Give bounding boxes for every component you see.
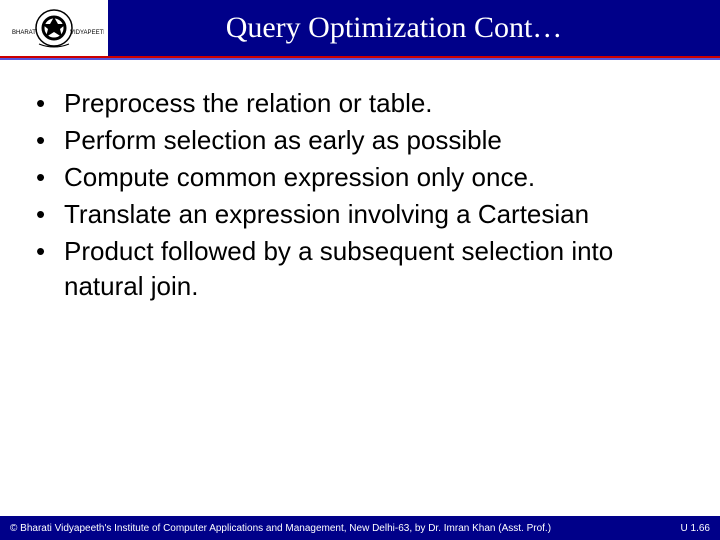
bullet-text: Translate an expression involving a Cart… [64, 197, 690, 232]
list-item: Product followed by a subsequent selecti… [30, 234, 690, 304]
footer-page-number: U 1.66 [671, 523, 710, 534]
list-item: Preprocess the relation or table. [30, 86, 690, 121]
slide-footer: © Bharati Vidyapeeth's Institute of Comp… [0, 516, 720, 540]
bullet-text: Compute common expression only once. [64, 160, 690, 195]
logo-text-left: BHARATI [12, 30, 38, 36]
footer-copyright: © Bharati Vidyapeeth's Institute of Comp… [10, 523, 551, 534]
list-item: Compute common expression only once. [30, 160, 690, 195]
list-item: Translate an expression involving a Cart… [30, 197, 690, 232]
slide-header: BHARATI VIDYAPEETH Query Optimization Co… [0, 0, 720, 56]
logo-emblem-icon: BHARATI VIDYAPEETH [4, 4, 104, 52]
bullet-text: Product followed by a subsequent selecti… [64, 234, 690, 304]
header-divider [0, 56, 720, 60]
logo-text-right: VIDYAPEETH [70, 30, 104, 36]
list-item: Perform selection as early as possible [30, 123, 690, 158]
bullet-text: Preprocess the relation or table. [64, 86, 690, 121]
bullet-text: Perform selection as early as possible [64, 123, 690, 158]
slide: BHARATI VIDYAPEETH Query Optimization Co… [0, 0, 720, 540]
slide-title: Query Optimization Cont… [108, 11, 720, 45]
slide-body: Preprocess the relation or table. Perfor… [0, 56, 720, 305]
bullet-list: Preprocess the relation or table. Perfor… [30, 86, 690, 305]
institution-logo: BHARATI VIDYAPEETH [0, 0, 108, 56]
